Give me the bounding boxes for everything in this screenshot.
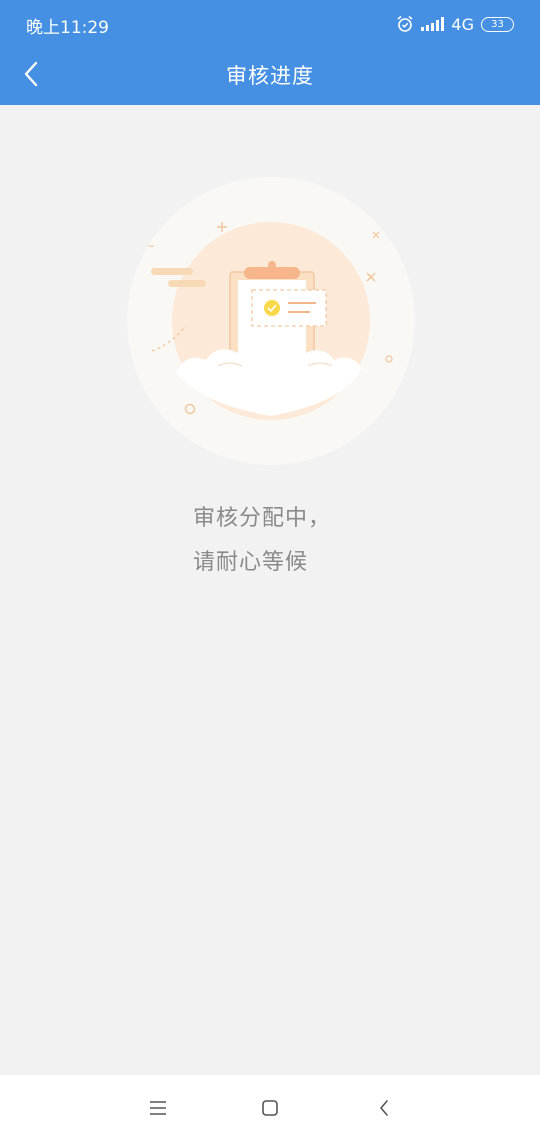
signal-icon: [421, 17, 445, 31]
battery-icon: 33: [481, 16, 514, 32]
system-nav-bar: [0, 1075, 540, 1140]
status-bar: 晚上11:29 4G 33: [0, 0, 540, 46]
status-icons: 4G 33: [396, 13, 514, 35]
network-label: 4G: [451, 14, 474, 34]
alarm-icon: [397, 15, 413, 32]
page-title: 审核进度: [226, 64, 314, 88]
message-line-2: 请耐心等候: [193, 550, 309, 575]
menu-icon: [150, 1101, 166, 1115]
nav-bar: 审核进度: [0, 46, 540, 104]
status-time: 晚上11:29: [26, 18, 109, 38]
system-back-button[interactable]: [369, 1093, 399, 1123]
message-line-1: 审核分配中，: [193, 506, 332, 531]
clipboard-review-illustration: [127, 177, 415, 465]
battery-level: 33: [491, 18, 504, 30]
menu-button[interactable]: [143, 1093, 173, 1123]
home-button[interactable]: [255, 1093, 285, 1123]
home-icon: [262, 1100, 278, 1116]
back-icon: [380, 1100, 388, 1116]
app-header: 晚上11:29 4G 33 审核进度: [0, 0, 540, 105]
status-message: 审核分配中， 请耐心等候: [193, 497, 331, 585]
